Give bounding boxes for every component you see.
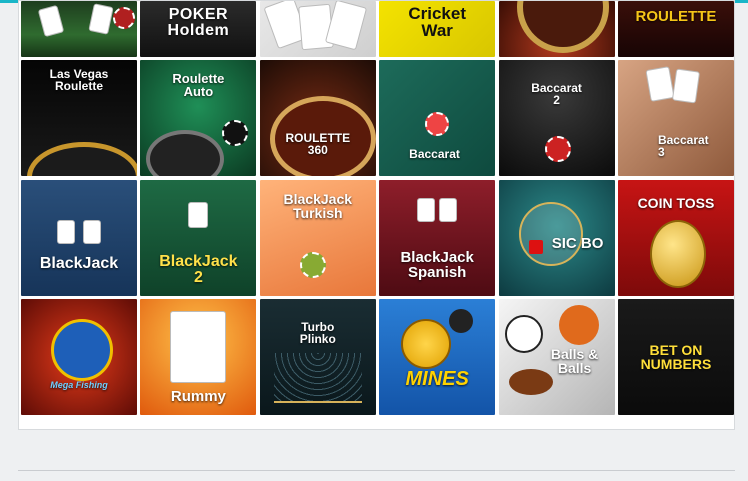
game-tile-roulette-wheel[interactable] bbox=[498, 1, 615, 57]
game-title: BlackJack Turkish bbox=[283, 190, 353, 221]
game-tile-baccarat-2[interactable]: Baccarat 2 bbox=[498, 60, 615, 177]
coin-icon bbox=[649, 219, 706, 288]
footer-divider bbox=[18, 470, 735, 471]
dice-dome-icon bbox=[518, 201, 583, 266]
game-tile-coin-toss[interactable]: COIN TOSS bbox=[617, 179, 734, 296]
game-title: Mega Fishing bbox=[50, 380, 108, 391]
star-coin-icon bbox=[401, 319, 452, 370]
game-title: Turbo Plinko bbox=[299, 320, 336, 347]
game-title: Las Vegas Roulette bbox=[49, 67, 109, 94]
game-tile-blackjack-turkish[interactable]: BlackJack Turkish bbox=[259, 179, 376, 296]
game-title: Baccarat bbox=[409, 147, 460, 162]
playing-card-icon bbox=[57, 219, 75, 244]
playing-card-icon bbox=[88, 3, 114, 35]
queen-card-icon bbox=[170, 311, 227, 384]
bomb-icon bbox=[449, 309, 474, 334]
game-tile-mines[interactable]: MINES bbox=[379, 299, 496, 416]
playing-card-icon bbox=[417, 197, 436, 222]
game-title: Rummy bbox=[170, 388, 226, 406]
playing-card-icon bbox=[645, 66, 675, 103]
game-tile-blackjack[interactable]: BlackJack bbox=[21, 179, 137, 296]
game-tile-poker-holdem[interactable]: POKER Holdem bbox=[140, 1, 257, 57]
game-tile-rummy[interactable]: Rummy bbox=[140, 299, 257, 416]
game-title: BlackJack Spanish bbox=[400, 248, 474, 281]
game-tile-roulette-360[interactable]: ROULETTE 360 bbox=[259, 60, 376, 177]
game-tile-blackjack-hands[interactable] bbox=[21, 1, 137, 57]
plinko-board-icon bbox=[273, 353, 362, 404]
game-title: Balls & Balls bbox=[550, 346, 599, 377]
game-title: MINES bbox=[405, 368, 469, 391]
game-title: ROULETTE 360 bbox=[285, 131, 351, 158]
chip-icon bbox=[113, 7, 135, 29]
playing-card-icon bbox=[37, 4, 65, 38]
game-tile-american-roulette[interactable]: ROULETTE bbox=[617, 1, 734, 57]
playing-card-icon bbox=[83, 219, 101, 244]
game-title: POKER Holdem bbox=[167, 6, 230, 39]
basketball-icon bbox=[558, 305, 599, 346]
game-title: BlackJack bbox=[39, 254, 119, 272]
playing-card-icon bbox=[188, 201, 209, 228]
game-tile-roulette-auto[interactable]: Roulette Auto bbox=[140, 60, 257, 177]
playing-card-icon bbox=[439, 197, 458, 222]
game-tile-sic-bo[interactable]: SIC BO bbox=[498, 179, 615, 296]
roulette-wheel-icon bbox=[27, 142, 137, 177]
game-tile-cards-fan[interactable] bbox=[259, 1, 376, 57]
game-tile-blackjack-spanish[interactable]: BlackJack Spanish bbox=[379, 179, 496, 296]
chip-icon bbox=[544, 136, 571, 163]
game-tile-blackjack-2[interactable]: BlackJack 2 bbox=[140, 179, 257, 296]
games-grid: POKER Holdem Cricket War ROULETTE Las Ve… bbox=[21, 1, 734, 416]
game-tile-turbo-plinko[interactable]: Turbo Plinko bbox=[259, 299, 376, 416]
game-title: ROULETTE bbox=[635, 8, 717, 25]
chip-icon bbox=[222, 120, 249, 147]
roulette-wheel-icon bbox=[146, 130, 225, 177]
game-tile-bet-on-numbers[interactable]: BET ON NUMBERS bbox=[617, 299, 734, 416]
game-tile-mega-fishing[interactable]: Mega Fishing bbox=[21, 299, 137, 416]
game-title: Roulette Auto bbox=[172, 71, 225, 100]
game-tile-balls-and-balls[interactable]: Balls & Balls bbox=[498, 299, 615, 416]
chip-icon bbox=[425, 112, 450, 137]
game-title: SIC BO bbox=[551, 234, 604, 252]
game-title: BlackJack 2 bbox=[159, 252, 238, 286]
playing-card-icon bbox=[324, 1, 367, 51]
game-title: Cricket War bbox=[408, 4, 466, 40]
game-tile-cricket-war[interactable]: Cricket War bbox=[379, 1, 496, 57]
game-title: COIN TOSS bbox=[637, 194, 715, 211]
games-panel: POKER Holdem Cricket War ROULETTE Las Ve… bbox=[18, 0, 735, 430]
playing-card-icon bbox=[671, 68, 701, 104]
octopus-icon bbox=[51, 319, 113, 382]
game-tile-baccarat[interactable]: Baccarat bbox=[379, 60, 496, 177]
game-tile-las-vegas-roulette[interactable]: Las Vegas Roulette bbox=[21, 60, 137, 177]
game-title: BET ON NUMBERS bbox=[640, 342, 712, 373]
game-title: Baccarat 3 bbox=[657, 133, 709, 160]
chip-icon bbox=[299, 251, 326, 278]
roulette-wheel-icon bbox=[516, 1, 609, 53]
game-title: Baccarat 2 bbox=[531, 81, 582, 108]
game-tile-baccarat-3[interactable]: Baccarat 3 bbox=[617, 60, 734, 177]
